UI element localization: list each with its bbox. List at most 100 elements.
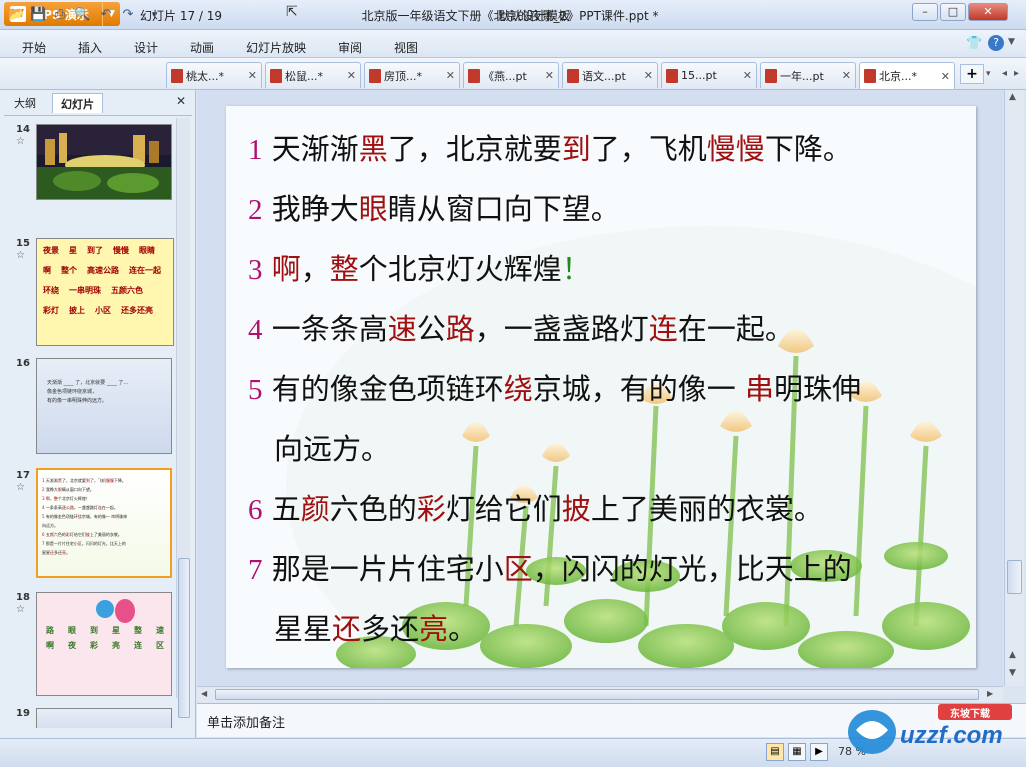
tab-scroll-left-icon[interactable]: ◂ [1002, 68, 1007, 79]
chevron-down-icon[interactable]: ▼ [1008, 37, 1015, 47]
thumb-text-line: 1 天渐渐黑了，北京就要到了，飞机慢慢下降。 [42, 476, 166, 485]
line-number: 5 [248, 374, 263, 406]
slide-thumbnail-15[interactable]: 夜景 星 到了 慢慢 眼睛啊 整个 高速公路 连在一起 环绕 一串明珠 五颜六色 彩灯 披上 小区 还多还亮 [36, 238, 174, 346]
ppt-file-icon [171, 68, 183, 83]
thumb-word: 星 [69, 246, 77, 255]
scroll-thumb[interactable] [215, 689, 979, 700]
menu-item[interactable]: 幻灯片放映 [246, 39, 306, 56]
close-button[interactable]: ✕ [968, 3, 1008, 21]
close-tab-icon[interactable]: ✕ [842, 69, 851, 82]
document-tab[interactable]: 语文...pt ✕ [562, 62, 658, 88]
text-run: 向远方。 [42, 523, 58, 528]
text-run: 眼 [358, 192, 388, 226]
line-number: 7 [248, 554, 263, 586]
thumb-word: 小区 [95, 306, 111, 315]
text-run: ，闪闪的灯光，比天上的 [532, 552, 852, 586]
close-tab-icon[interactable]: ✕ [347, 69, 356, 82]
slide-canvas[interactable]: 1 天渐渐黑了，北京就要到了，飞机慢慢下降。 2 我睁大眼睛从窗口向下望。 3 啊，… [226, 106, 976, 668]
redo-icon[interactable]: ↷ [120, 7, 136, 23]
document-tab[interactable]: 房顶...* ✕ [364, 62, 460, 88]
next-slide-icon[interactable]: ▼ [1009, 668, 1016, 678]
panel-close-button[interactable]: ✕ [176, 94, 186, 108]
slide-sorter-button[interactable]: ▦ [788, 743, 806, 761]
close-tab-icon[interactable]: ✕ [941, 70, 950, 83]
print-icon[interactable]: ⎙ [52, 7, 68, 23]
tab-list-icon[interactable]: ▾ [986, 64, 1000, 84]
text-run: 下降。 [764, 132, 852, 166]
tab-scroll-right-icon[interactable]: ▸ [1014, 68, 1019, 79]
help-icon[interactable]: ? [988, 35, 1004, 51]
close-tab-icon[interactable]: ✕ [545, 69, 554, 82]
open-icon[interactable]: 📂 [8, 7, 24, 23]
slide-text-line: 向远方。 [274, 426, 390, 468]
thumb-word: 眼睛 [139, 246, 155, 255]
thumb-word: 路 [46, 626, 54, 635]
slide-thumbnail-14[interactable] [36, 124, 172, 200]
tab-label: 北京...* [879, 70, 917, 83]
document-tab[interactable]: 北京...* ✕ [859, 62, 955, 89]
text-run: 一条条高 [271, 312, 388, 346]
panel-scrollbar[interactable] [176, 118, 190, 718]
document-tab[interactable]: 桃太...* ✕ [166, 62, 262, 88]
scroll-right-icon[interactable]: ▶ [987, 689, 993, 698]
line-number: 6 [248, 494, 263, 526]
slide-panel: 大纲 幻灯片 ✕ 14 ☆ 15 ☆ 夜景星到了 慢慢 眼睛啊整个 高速公路 连在一起环… [0, 90, 196, 738]
menu-item[interactable]: 插入 [78, 39, 102, 56]
thumb-text-line: 5 有的像金色项链环绕京城，有的像一 串明珠伸 [42, 512, 166, 521]
menu-item[interactable]: 开始 [22, 39, 46, 56]
new-tab-button[interactable]: + [960, 64, 984, 84]
thumb-word: 区 [156, 641, 164, 650]
thumb-number: 18 [16, 592, 30, 603]
text-run: 黑 [358, 132, 388, 166]
minimize-button[interactable]: – [912, 3, 938, 21]
tab-slides[interactable]: 幻灯片 [52, 93, 103, 113]
close-tab-icon[interactable]: ✕ [743, 69, 752, 82]
save-icon[interactable]: 💾 [30, 7, 46, 23]
close-tab-icon[interactable]: ✕ [446, 69, 455, 82]
document-tab[interactable]: 《燕...pt ✕ [463, 62, 559, 88]
slideshow-button[interactable]: ▶ [810, 743, 828, 761]
text-run: 灯给它们 [445, 492, 562, 526]
menu-item[interactable]: 设计 [134, 39, 158, 56]
thumb-text-line: 6 五颜六色的彩灯给它们披上了美丽的衣裳。 [42, 530, 166, 539]
tab-outline[interactable]: 大纲 [6, 93, 44, 113]
text-run: 天渐渐 [271, 132, 359, 166]
slide-text-line: 5 有的像金色项链环绕京城，有的像一 串明珠伸 [248, 366, 861, 408]
scroll-left-icon[interactable]: ◀ [201, 689, 207, 698]
thumb-text-line: 3 啊，整个北京灯火辉煌！ [42, 494, 166, 503]
maximize-button[interactable]: □ [940, 3, 966, 21]
scroll-up-icon[interactable]: ▲ [1009, 92, 1016, 102]
text-run: 还 [332, 612, 362, 646]
document-tab[interactable]: 15...pt ✕ [661, 62, 757, 88]
text-run: 个北京灯火辉煌 [358, 252, 562, 286]
text-run: 五 [271, 492, 301, 526]
slide-thumbnail-18[interactable]: 路 眼 到 星 整 速啊 夜 彩 亮 连 区 [36, 592, 172, 696]
vertical-scrollbar[interactable]: ▲ ▲ ▼ [1004, 90, 1024, 686]
text-run: 速 [387, 312, 417, 346]
document-tab[interactable]: 一年...pt ✕ [760, 62, 856, 88]
thumb-word: 夜 [68, 641, 76, 650]
menu-item[interactable]: 审阅 [338, 39, 362, 56]
print-preview-icon[interactable]: 🔍 [74, 7, 90, 23]
scroll-thumb[interactable] [1007, 560, 1022, 594]
slide-thumbnail-16[interactable]: 天渐渐 ____ 了，北京就要 ____ 了... 像金色项链环绕京城， 有的像… [36, 358, 172, 454]
document-tab[interactable]: 松鼠...* ✕ [265, 62, 361, 88]
text-run: 那是一片片住宅小 [271, 552, 504, 586]
text-run: 明珠伸 [115, 514, 128, 519]
close-tab-icon[interactable]: ✕ [248, 69, 257, 82]
normal-view-button[interactable]: ▤ [766, 743, 784, 761]
slide-thumbnail-19[interactable] [36, 708, 172, 728]
close-tab-icon[interactable]: ✕ [644, 69, 653, 82]
thumb-word: 啊 [43, 266, 51, 275]
ppt-file-icon [567, 68, 579, 83]
text-run: 灯给它们 [69, 532, 86, 537]
slide-thumbnail-17[interactable]: 1 天渐渐黑了，北京就要到了，飞机慢慢下降。 2 我睁大眼睛从窗口向下望。 3 啊，… [36, 468, 172, 578]
menu-item[interactable]: 动画 [190, 39, 214, 56]
thumb-text-line: 向远方。 [42, 521, 166, 530]
menu-item[interactable]: 视图 [394, 39, 418, 56]
thumb-text: 像金色项链环绕京城， [47, 389, 98, 395]
skin-icon[interactable]: 👕 [966, 36, 982, 51]
thumb-word: 速 [156, 626, 164, 635]
undo-icon[interactable]: ↶ [98, 7, 114, 23]
prev-slide-icon[interactable]: ▲ [1009, 650, 1016, 660]
